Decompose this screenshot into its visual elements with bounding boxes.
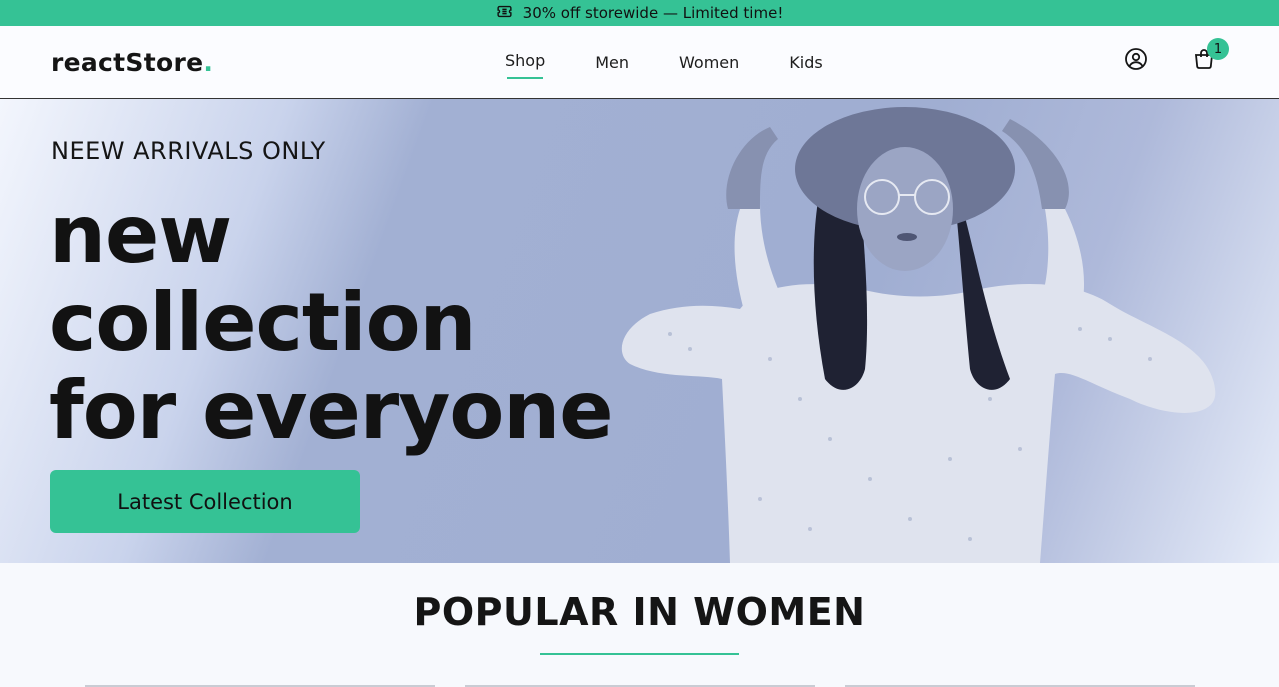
cart-count-badge: 1 [1207,38,1229,60]
promo-banner: 30% off storewide — Limited time! [0,0,1279,26]
logo[interactable]: reactStore. [51,48,213,77]
nav-women[interactable]: Women [679,53,739,72]
nav-kids[interactable]: Kids [789,53,822,72]
hero-headline: new collection for everyone [49,188,614,457]
headline-line-3: for everyone [49,364,614,457]
headline-line-2: collection [49,276,476,369]
promo-text: 30% off storewide — Limited time! [522,4,784,22]
logo-dot: . [203,48,214,77]
hero-banner: NEEW ARRIVALS ONLY new collection for ev… [0,99,1279,563]
nav-shop[interactable]: Shop [505,51,545,79]
header-nav: reactStore. Shop Men Women Kids [0,26,1279,99]
headline-line-1: new [49,188,232,281]
user-circle-icon[interactable] [1124,47,1148,71]
nav-men[interactable]: Men [595,53,629,72]
logo-text: reactStore [51,48,204,77]
main-nav: Shop Men Women Kids [505,26,873,98]
title-underline [540,653,739,655]
latest-collection-button[interactable]: Latest Collection [50,470,360,533]
ticket-icon [496,3,513,24]
hero-model-image [621,107,1216,563]
popular-title: POPULAR IN WOMEN [413,590,866,634]
hero-kicker: NEEW ARRIVALS ONLY [51,137,326,165]
